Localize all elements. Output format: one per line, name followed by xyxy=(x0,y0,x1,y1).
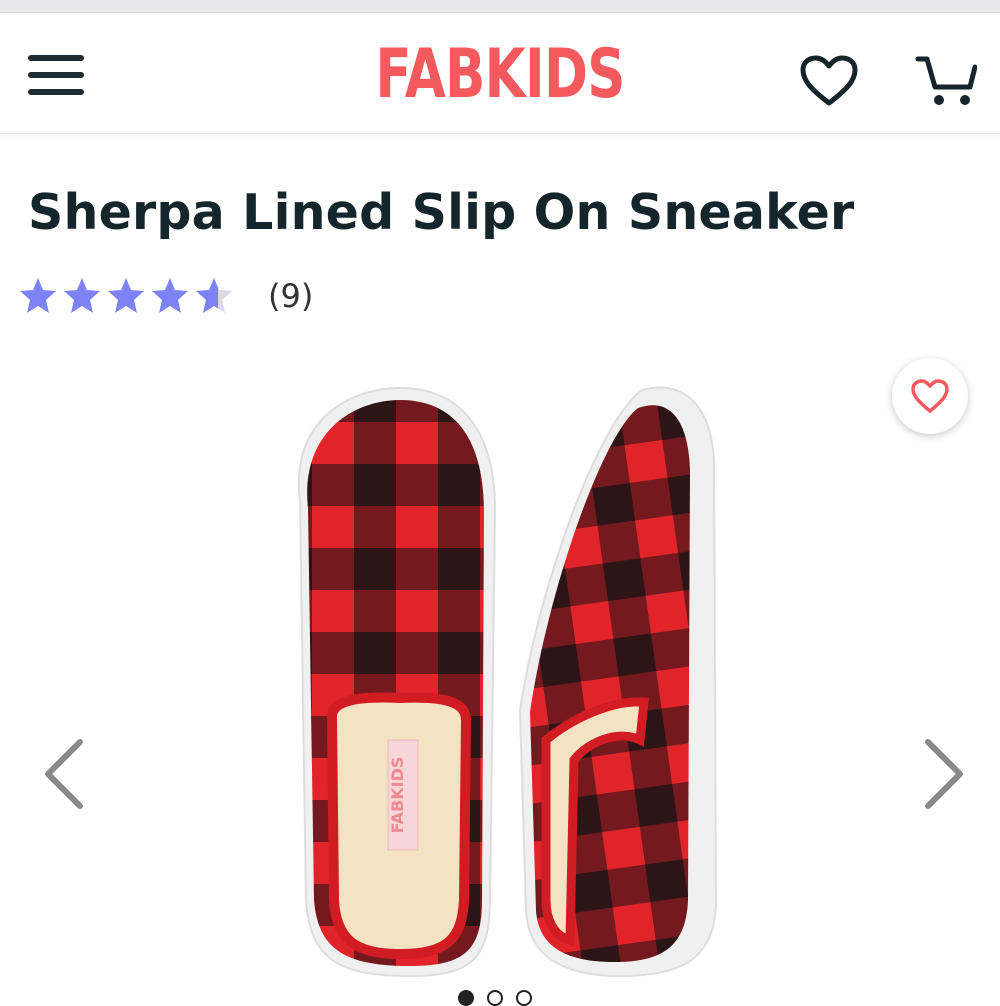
product-gallery: FABKIDS xyxy=(0,350,1000,1000)
review-count[interactable]: (9) xyxy=(268,277,313,315)
star-icon xyxy=(108,278,144,313)
pagination-dot[interactable] xyxy=(516,990,532,1006)
product-title: Sherpa Lined Slip On Sneaker xyxy=(28,184,855,241)
pagination-dot[interactable] xyxy=(487,990,503,1006)
star-icon xyxy=(152,278,188,313)
chevron-right-icon[interactable] xyxy=(918,738,968,810)
menu-bar xyxy=(28,89,84,95)
menu-bar xyxy=(28,72,84,78)
half-star-icon xyxy=(196,278,232,313)
brand-logo[interactable]: FABKIDS xyxy=(110,35,890,115)
product-image[interactable]: FABKIDS xyxy=(270,380,740,980)
pagination-dot[interactable] xyxy=(458,990,474,1006)
rating-stars xyxy=(18,276,234,316)
menu-bar xyxy=(28,55,84,61)
menu-button[interactable] xyxy=(28,55,84,95)
star-icon xyxy=(20,278,56,313)
star-icon xyxy=(64,278,100,313)
heart-outline-icon xyxy=(911,379,949,413)
shopping-cart-icon[interactable] xyxy=(915,53,977,109)
wishlist-heart-icon[interactable] xyxy=(800,55,858,107)
product-rating[interactable]: (9) xyxy=(18,274,313,318)
site-header: FABKIDS xyxy=(0,13,1000,134)
gallery-pagination xyxy=(458,990,532,1006)
favorite-button[interactable] xyxy=(892,358,968,434)
image-brand-label: FABKIDS xyxy=(388,757,407,834)
status-strip xyxy=(0,0,1000,13)
chevron-left-icon[interactable] xyxy=(40,738,90,810)
